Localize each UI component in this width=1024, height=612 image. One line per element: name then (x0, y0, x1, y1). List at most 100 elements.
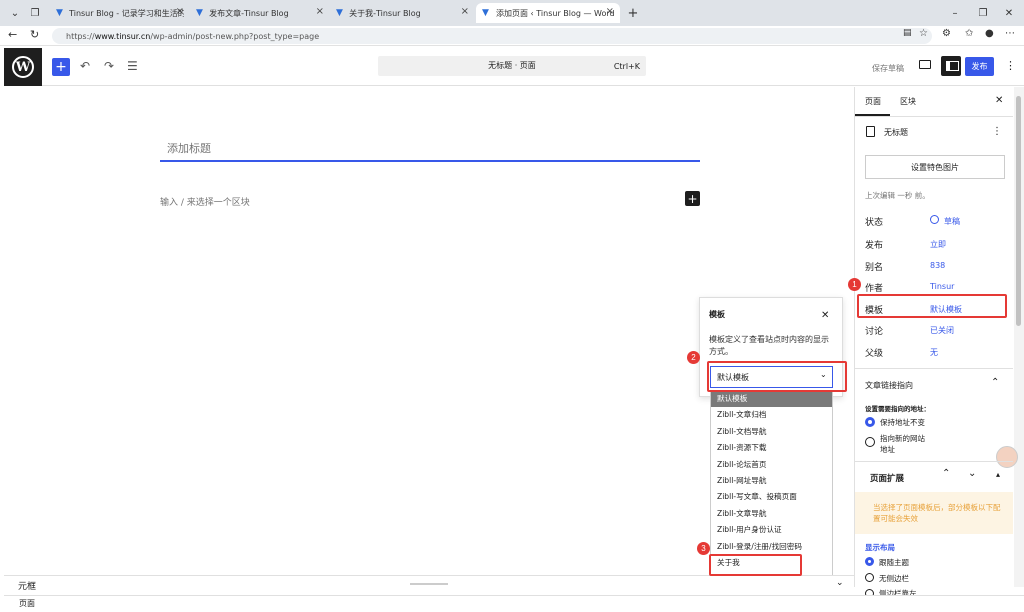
meta-box-bar[interactable] (4, 575, 854, 595)
tinsur-favicon-icon: ▼ (336, 7, 343, 18)
extensions-icon[interactable]: ⚙ (942, 28, 951, 39)
back-icon[interactable]: ← (8, 28, 17, 41)
template-notice: 当选择了页面模板后，部分模板以下配置可能会失效 (855, 492, 1013, 534)
settings-panel-icon[interactable] (941, 56, 961, 76)
meta-box-title[interactable]: 元框 (18, 579, 36, 592)
popover-close-icon[interactable]: ✕ (821, 310, 829, 321)
discussion-label: 讨论 (865, 327, 884, 337)
sidebar-close-icon[interactable]: ✕ (995, 95, 1003, 106)
annotation-box-2 (707, 361, 847, 392)
radio-follow-theme[interactable] (865, 557, 874, 566)
status-label: 状态 (865, 218, 884, 228)
caret-up-icon[interactable]: ▴ (996, 470, 1000, 479)
link-question: 设置需要指向的地址： (865, 405, 930, 413)
wordpress-logo-icon[interactable]: W (4, 48, 42, 86)
browser-tab-add-page[interactable]: ▼ 添加页面 ‹ Tinsur Blog — WordPre × (476, 3, 620, 23)
radio-new-url[interactable] (865, 437, 875, 447)
favorites-icon[interactable]: ✩ (965, 28, 973, 39)
save-draft-button[interactable]: 保存草稿 (872, 63, 904, 74)
browser-tab-bar: ⌄ ❐ ▼ Tinsur Blog - 记录学习和生活的个 × ▼ 发布文章-T… (0, 0, 1024, 26)
annotation-box-3 (709, 554, 802, 576)
template-option[interactable]: Zibll-写文章、投稿页面 (711, 489, 832, 505)
document-actions-icon[interactable]: ⋮ (992, 126, 1002, 137)
template-option[interactable]: Zibll-文章归档 (711, 407, 832, 423)
tab-close-icon[interactable]: × (461, 6, 469, 17)
template-popover-description: 模板定义了查看站点时内容的显示方式。 (709, 335, 829, 356)
publish-button[interactable]: 发布 (965, 57, 994, 76)
browser-menu-icon[interactable]: ⋯ (1005, 28, 1015, 39)
discussion-value[interactable]: 已关闭 (930, 325, 954, 336)
template-option[interactable]: Zibll-文档导航 (711, 424, 832, 440)
last-edited-text: 上次编辑 一秒 前。 (865, 191, 930, 200)
radio-no-sidebar[interactable] (865, 573, 874, 582)
tab-close-icon[interactable]: × (316, 6, 324, 17)
redo-icon[interactable]: ↷ (104, 59, 114, 73)
breadcrumb[interactable]: 页面 (19, 598, 35, 609)
options-more-icon[interactable]: ⋮ (1005, 59, 1016, 72)
tab-page[interactable]: 页面 (865, 96, 881, 107)
post-title-input[interactable]: 添加标题 (167, 140, 211, 156)
template-option[interactable]: Zibll-登录/注册/找回密码 (711, 539, 832, 555)
block-breadcrumb-bar (4, 595, 1024, 610)
favorite-star-icon[interactable]: ☆ (919, 28, 928, 39)
browser-tab-about[interactable]: ▼ 关于我-Tinsur Blog × (330, 3, 475, 23)
document-overview-icon[interactable]: ☰ (127, 59, 138, 73)
template-option[interactable]: Zibll-文章导航 (711, 506, 832, 522)
template-option[interactable]: Zibll-网址导航 (711, 473, 832, 489)
template-option[interactable]: Zibll-资源下载 (711, 440, 832, 456)
divider (855, 368, 1013, 369)
tab-block[interactable]: 区块 (900, 96, 916, 107)
link-section-title[interactable]: 文章链接指向 (865, 380, 913, 391)
tinsur-favicon-icon: ▼ (196, 7, 203, 18)
block-placeholder[interactable]: 输入 / 来选择一个区块 (160, 195, 250, 208)
tinsur-favicon-icon: ▼ (56, 7, 63, 18)
annotation-badge-2: 2 (687, 351, 700, 364)
profile-icon[interactable]: ● (985, 28, 994, 39)
chevron-up-icon[interactable]: ⌃ (991, 377, 999, 388)
browser-tab-home[interactable]: ▼ Tinsur Blog - 记录学习和生活的个 × (50, 3, 190, 23)
workspaces-icon[interactable]: ❐ (26, 4, 44, 22)
set-featured-image-button[interactable]: 设置特色图片 (865, 155, 1005, 179)
author-value[interactable]: Tinsur (930, 282, 954, 291)
assistant-avatar[interactable] (996, 446, 1018, 468)
preview-icon[interactable] (919, 60, 931, 69)
radio-new-url-label: 指向新的网站 (880, 434, 925, 443)
radio-keep-url[interactable] (865, 417, 875, 427)
url-input[interactable]: https://www.tinsur.cn/wp-admin/post-new.… (52, 28, 932, 44)
parent-value[interactable]: 无 (930, 347, 938, 358)
resize-handle[interactable] (410, 583, 448, 585)
status-value[interactable]: 草稿 (944, 216, 960, 227)
template-popover-title: 模板 (709, 310, 725, 319)
publish-value[interactable]: 立即 (930, 239, 946, 250)
block-inserter-button[interactable]: + (52, 58, 70, 76)
restore-icon[interactable]: ❐ (974, 4, 992, 22)
slug-value[interactable]: 838 (930, 261, 945, 270)
tab-list-chevron-icon[interactable]: ⌄ (6, 4, 24, 22)
new-tab-icon[interactable]: + (624, 4, 642, 22)
publish-label: 发布 (865, 241, 884, 251)
radio-no-sidebar-label: 无侧边栏 (879, 574, 909, 583)
inline-add-block-button[interactable]: + (685, 191, 700, 206)
radio-keep-url-label: 保持地址不变 (880, 418, 925, 427)
parent-label: 父级 (865, 349, 884, 359)
chevron-down-icon[interactable]: ⌄ (836, 578, 844, 588)
command-palette-bar[interactable]: 无标题 · 页面 Ctrl+K (378, 56, 646, 76)
undo-icon[interactable]: ↶ (80, 59, 90, 73)
page-extension-title[interactable]: 页面扩展 (870, 472, 904, 484)
minimize-icon[interactable]: – (946, 4, 964, 22)
tab-close-icon[interactable]: × (606, 6, 614, 17)
template-option[interactable]: Zibll-论坛首页 (711, 457, 832, 473)
slug-label: 别名 (865, 263, 884, 273)
window-close-icon[interactable]: ✕ (1000, 4, 1018, 22)
scrollbar-thumb[interactable] (1016, 96, 1021, 326)
template-option[interactable]: Zibll-用户身份认证 (711, 522, 832, 538)
reload-icon[interactable]: ↻ (30, 28, 39, 41)
browser-tab-post[interactable]: ▼ 发布文章-Tinsur Blog × (190, 3, 330, 23)
template-option[interactable]: 默认模板 (711, 391, 832, 408)
chevron-down-icon[interactable]: ⌄ (968, 468, 976, 479)
radio-follow-theme-label: 跟随主题 (879, 558, 909, 567)
reader-icon[interactable]: ▤ (903, 28, 912, 38)
chevron-up-icon[interactable]: ⌃ (942, 468, 950, 479)
annotation-badge-3: 3 (697, 542, 710, 555)
tab-close-icon[interactable]: × (176, 6, 184, 17)
